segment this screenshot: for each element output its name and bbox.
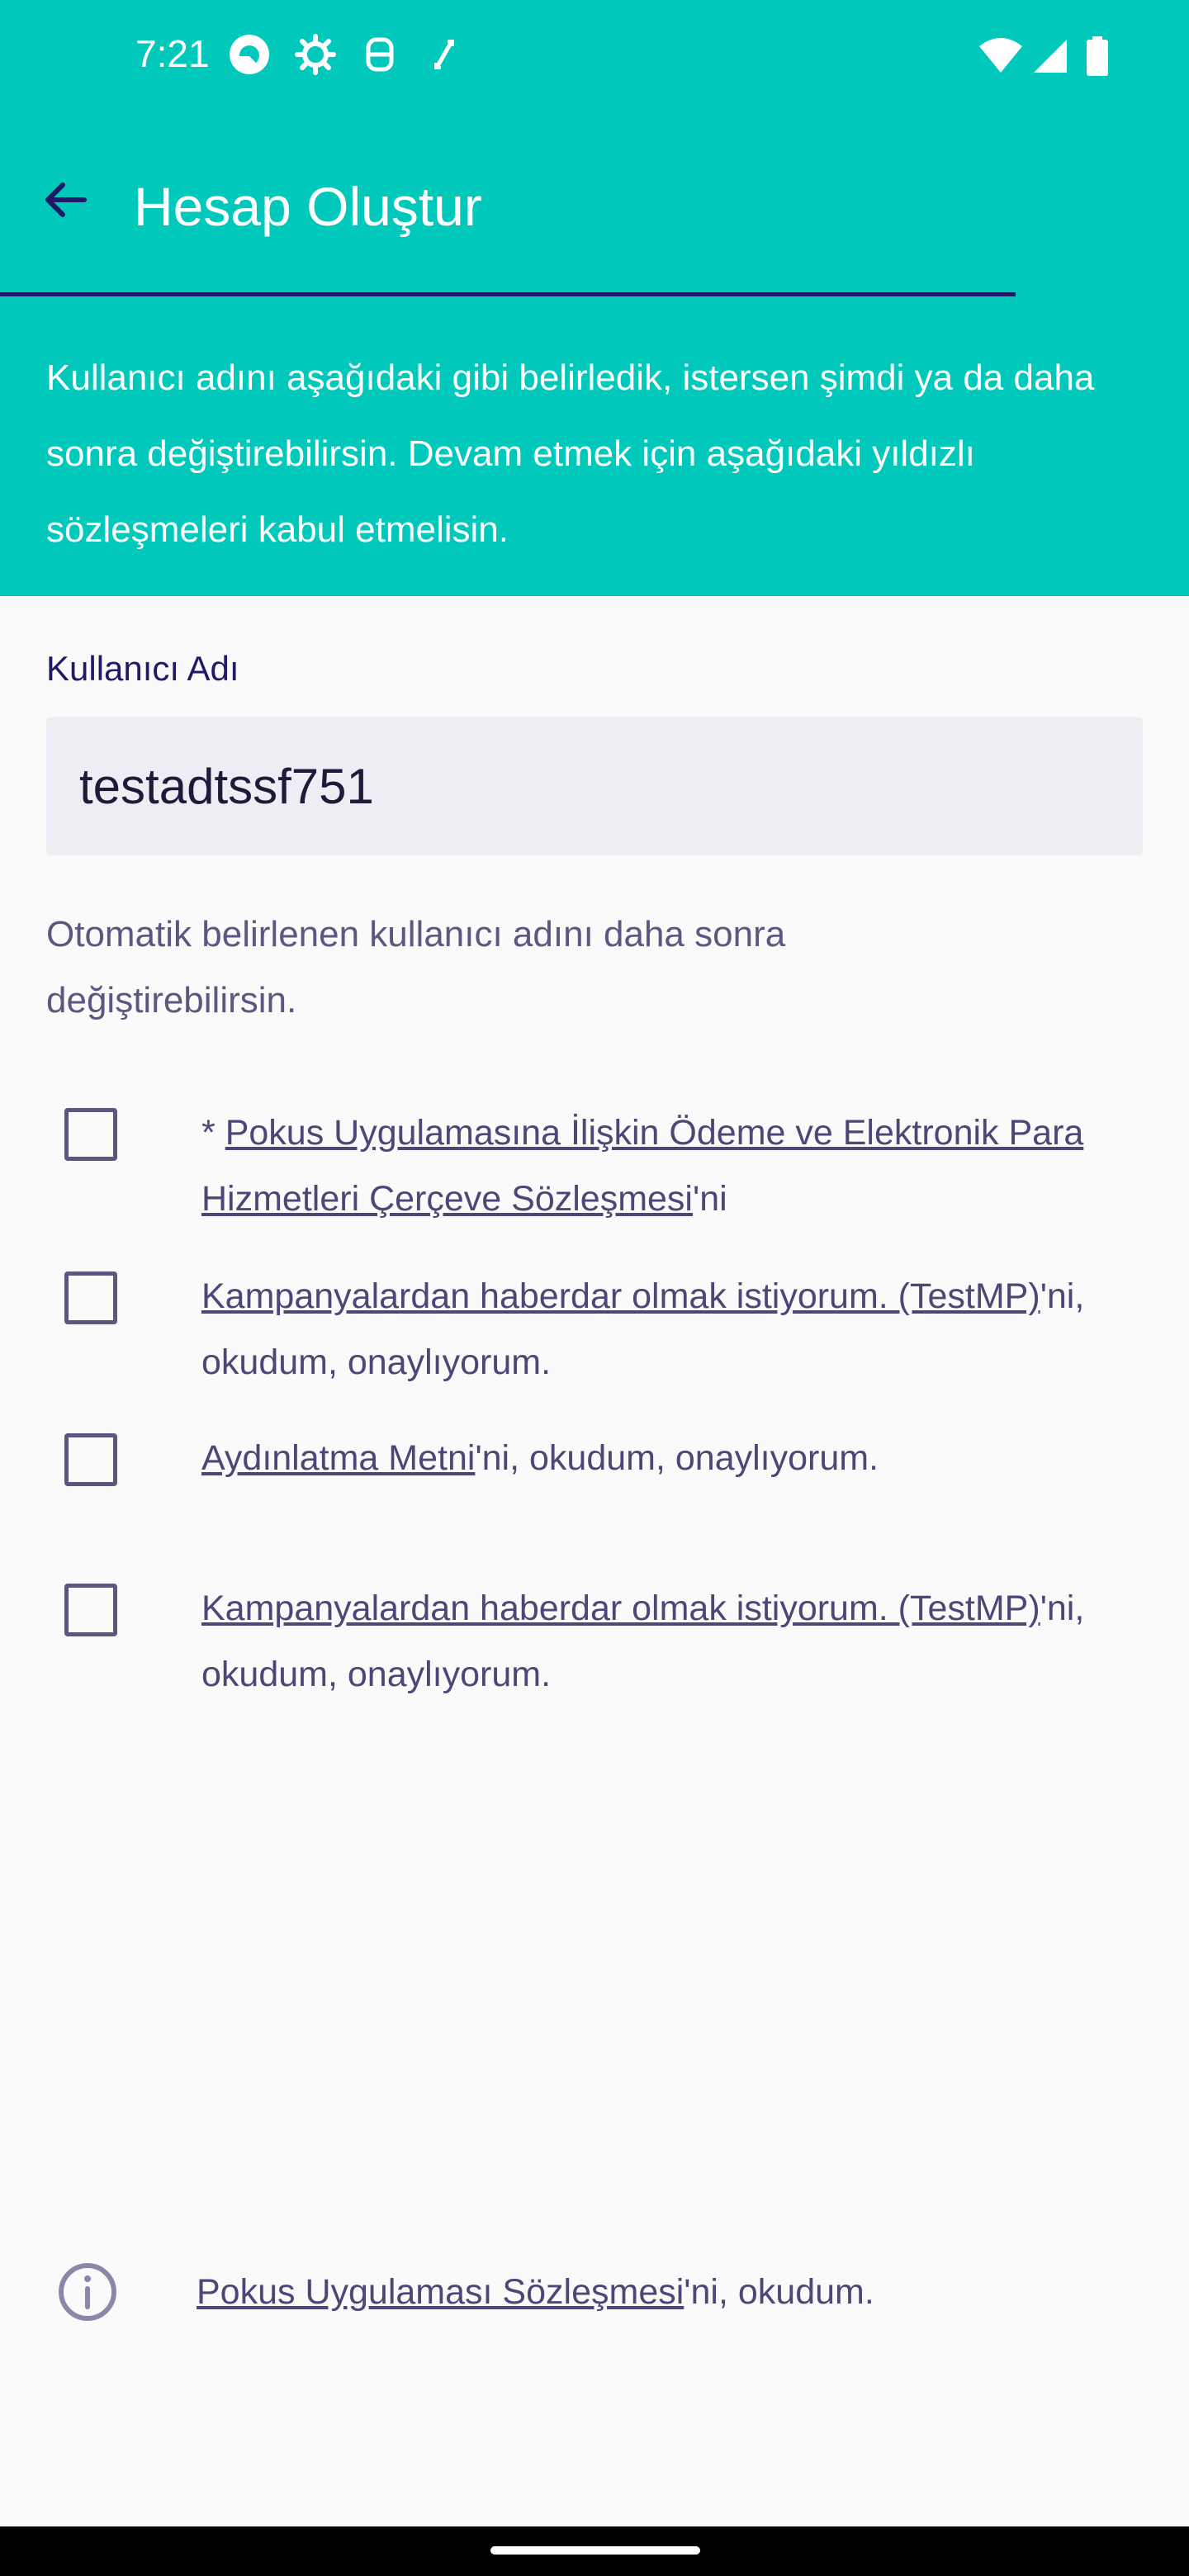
consent-link-3[interactable]: Aydınlatma Metni — [201, 1438, 475, 1478]
username-helper-text: Otomatik belirlenen kullanıcı adını daha… — [46, 914, 786, 1020]
consent-text-2: Kampanyalardan haberdar olmak istiyorum.… — [201, 1263, 1159, 1395]
username-input-value[interactable]: testadtssf751 — [79, 758, 374, 815]
info-banner-text: Kullanıcı adını aşağıdaki gibi belirledi… — [46, 358, 1095, 550]
consent-suffix-1: 'ni — [693, 1179, 727, 1219]
title-underline — [0, 292, 1016, 296]
required-asterisk: * — [201, 1113, 225, 1153]
consent-link-4[interactable]: Kampanyalardan haberdar olmak istiyorum.… — [201, 1589, 1040, 1628]
status-bar: 7:21 — [0, 0, 1189, 112]
consent-checkbox-2[interactable] — [64, 1271, 117, 1324]
consent-text-3: Aydınlatma Metni'ni, okudum, onaylıyorum… — [201, 1425, 1159, 1491]
consent-suffix-3: 'ni, okudum, onaylıyorum. — [475, 1438, 879, 1478]
consent-checkbox-1[interactable] — [64, 1108, 117, 1161]
battery-icon — [1087, 36, 1108, 76]
consent-text-4: Kampanyalardan haberdar olmak istiyorum.… — [201, 1575, 1159, 1707]
footer-agreement-suffix: 'ni, okudum. — [684, 2272, 874, 2312]
home-gesture-handle[interactable] — [490, 2546, 700, 2555]
page-title: Hesap Oluştur — [134, 176, 482, 237]
footer-agreement-link[interactable]: Pokus Uygulaması Sözleşmesi — [197, 2272, 684, 2312]
consent-link-1[interactable]: Pokus Uygulamasına İlişkin Ödeme ve Elek… — [201, 1113, 1083, 1219]
cellular-signal-icon — [1034, 40, 1067, 73]
footer-agreement-text: Pokus Uygulaması Sözleşmesi'ni, okudum. — [197, 2259, 874, 2325]
info-icon — [59, 2263, 116, 2321]
username-label: Kullanıcı Adı — [46, 649, 239, 688]
consent-checkbox-4[interactable] — [64, 1584, 117, 1636]
wifi-icon — [979, 38, 1022, 73]
consent-link-2[interactable]: Kampanyalardan haberdar olmak istiyorum.… — [201, 1276, 1040, 1316]
back-button[interactable] — [35, 168, 97, 231]
arrow-back-icon — [45, 182, 87, 217]
app-notification-icon — [230, 35, 269, 74]
screen-rotate-icon — [434, 40, 454, 69]
settings-icon — [295, 34, 336, 75]
consent-text-1: * Pokus Uygulamasına İlişkin Ödeme ve El… — [201, 1100, 1159, 1232]
android-debug-icon — [366, 37, 394, 72]
consent-checkbox-3[interactable] — [64, 1433, 117, 1486]
status-time: 7:21 — [135, 32, 210, 75]
